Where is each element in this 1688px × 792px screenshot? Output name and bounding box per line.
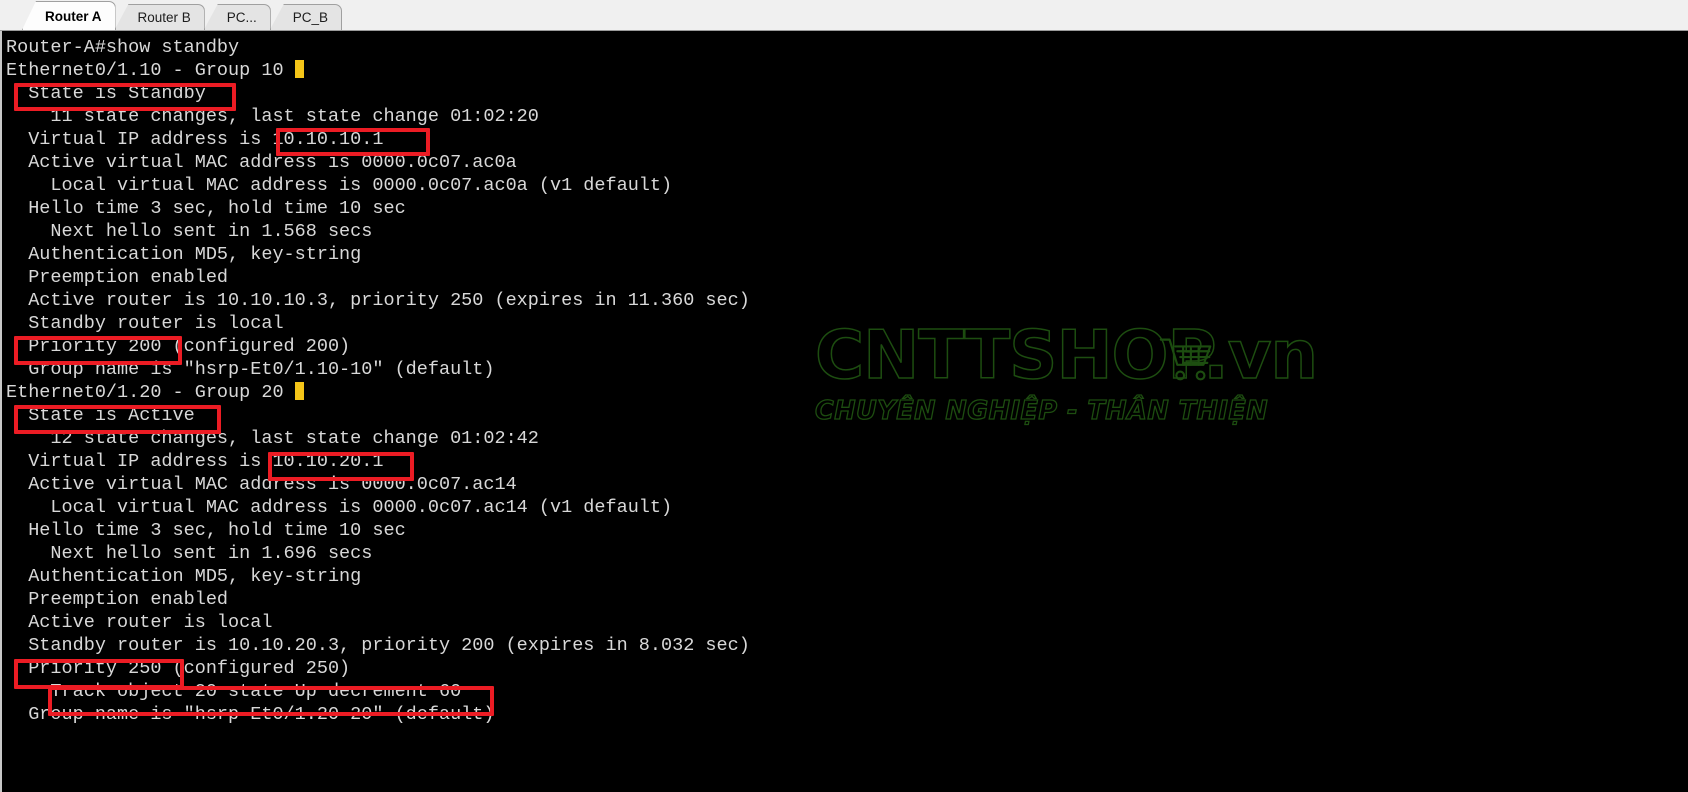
terminal-line: Hello time 3 sec, hold time 10 sec — [6, 197, 1688, 220]
terminal-line-text: Authentication MD5, key-string — [6, 566, 362, 587]
terminal-line: Preemption enabled — [6, 266, 1688, 289]
terminal-line-text: Active virtual MAC address is 0000.0c07.… — [6, 474, 517, 495]
terminal-line-text: Next hello sent in 1.568 secs — [6, 221, 373, 242]
terminal-line-text: Ethernet0/1.10 - Group 10 — [6, 60, 295, 81]
tab-pc-b[interactable]: PC_B — [269, 4, 343, 30]
terminal-line-text: Track object 20 state Up decrement 60 — [6, 681, 462, 702]
terminal-line-text: State is Active — [6, 405, 195, 426]
terminal-line: Hello time 3 sec, hold time 10 sec — [6, 519, 1688, 542]
terminal-line-text: Active virtual MAC address is 0000.0c07.… — [6, 152, 517, 173]
terminal-line: Next hello sent in 1.568 secs — [6, 220, 1688, 243]
terminal-line: Router-A#show standby — [6, 36, 1688, 59]
terminal-line: Track object 20 state Up decrement 60 — [6, 680, 1688, 703]
terminal-line-text: Local virtual MAC address is 0000.0c07.a… — [6, 497, 673, 518]
terminal-line-text: State is Standby — [6, 83, 206, 104]
terminal-line-text: Router-A#show standby — [6, 37, 240, 58]
terminal-line: Virtual IP address is 10.10.10.1 — [6, 128, 1688, 151]
tab-bar: Router A Router B PC... PC_B — [0, 0, 1688, 31]
tab-label: PC_B — [292, 10, 329, 25]
terminal-line-text: Virtual IP address is 10.10.10.1 — [6, 129, 384, 150]
terminal-line-text: Preemption enabled — [6, 267, 229, 288]
terminal-line: Authentication MD5, key-string — [6, 565, 1688, 588]
terminal-line: Group name is "hsrp-Et0/1.10-10" (defaul… — [6, 358, 1688, 381]
tab-strip: Router A Router B PC... PC_B — [0, 0, 343, 30]
terminal-line-text: Group name is "hsrp-Et0/1.10-10" (defaul… — [6, 359, 495, 380]
terminal-window: Router A Router B PC... PC_B Router-A#show … — [0, 0, 1688, 792]
terminal-line: Priority 250 (configured 250) — [6, 657, 1688, 680]
tab-pc[interactable]: PC... — [203, 4, 271, 30]
terminal-line-text: Hello time 3 sec, hold time 10 sec — [6, 520, 406, 541]
tab-label: Router B — [137, 10, 191, 25]
terminal-line: Preemption enabled — [6, 588, 1688, 611]
terminal-line-text: Standby router is 10.10.20.3, priority 2… — [6, 635, 750, 656]
tab-label: Router A — [45, 8, 102, 24]
terminal-line-text: Preemption enabled — [6, 589, 229, 610]
terminal-line-text: Active router is local — [6, 612, 273, 633]
terminal-line-text: 12 state changes, last state change 01:0… — [6, 428, 539, 449]
terminal-line-text: Group name is "hsrp-Et0/1.20-20" (defaul… — [6, 704, 495, 725]
terminal-line: Ethernet0/1.20 - Group 20 — [6, 381, 1688, 404]
tab-router-a[interactable]: Router A — [22, 1, 116, 30]
terminal-line: Group name is "hsrp-Et0/1.20-20" (defaul… — [6, 703, 1688, 726]
terminal-line: Active router is local — [6, 611, 1688, 634]
terminal-line: Virtual IP address is 10.10.20.1 — [6, 450, 1688, 473]
terminal-line-text: Standby router is local — [6, 313, 284, 334]
terminal-line-text: Priority 250 (configured 250) — [6, 658, 351, 679]
terminal-line-text: Hello time 3 sec, hold time 10 sec — [6, 198, 406, 219]
terminal-line-text: Virtual IP address is 10.10.20.1 — [6, 451, 384, 472]
tab-label: PC... — [226, 10, 257, 25]
terminal-line-text: Active router is 10.10.10.3, priority 25… — [6, 290, 750, 311]
terminal-cursor — [294, 60, 304, 78]
terminal-line: Local virtual MAC address is 0000.0c07.a… — [6, 496, 1688, 519]
terminal-line-text: Next hello sent in 1.696 secs — [6, 543, 373, 564]
terminal-line-text: Priority 200 (configured 200) — [6, 336, 351, 357]
terminal-line-text: Authentication MD5, key-string — [6, 244, 362, 265]
terminal-line: Standby router is local — [6, 312, 1688, 335]
terminal-line: 12 state changes, last state change 01:0… — [6, 427, 1688, 450]
terminal-line: Standby router is 10.10.20.3, priority 2… — [6, 634, 1688, 657]
terminal-line: Local virtual MAC address is 0000.0c07.a… — [6, 174, 1688, 197]
terminal-line: Active virtual MAC address is 0000.0c07.… — [6, 151, 1688, 174]
terminal-line: State is Standby — [6, 82, 1688, 105]
terminal-line: 11 state changes, last state change 01:0… — [6, 105, 1688, 128]
terminal-line: Authentication MD5, key-string — [6, 243, 1688, 266]
terminal-line-text: Ethernet0/1.20 - Group 20 — [6, 382, 295, 403]
terminal-line-text: Local virtual MAC address is 0000.0c07.a… — [6, 175, 673, 196]
terminal-line: Priority 200 (configured 200) — [6, 335, 1688, 358]
terminal-line-text: 11 state changes, last state change 01:0… — [6, 106, 539, 127]
terminal-line: State is Active — [6, 404, 1688, 427]
terminal-text: Router-A#show standby Ethernet0/1.10 - Gr… — [2, 31, 1688, 726]
terminal-line: Active router is 10.10.10.3, priority 25… — [6, 289, 1688, 312]
terminal-line: Next hello sent in 1.696 secs — [6, 542, 1688, 565]
terminal-line: Ethernet0/1.10 - Group 10 — [6, 59, 1688, 82]
tab-router-b[interactable]: Router B — [114, 4, 205, 30]
terminal-line: Active virtual MAC address is 0000.0c07.… — [6, 473, 1688, 496]
terminal-cursor — [294, 382, 304, 400]
terminal-output-pane[interactable]: Router-A#show standby Ethernet0/1.10 - Gr… — [0, 31, 1688, 792]
